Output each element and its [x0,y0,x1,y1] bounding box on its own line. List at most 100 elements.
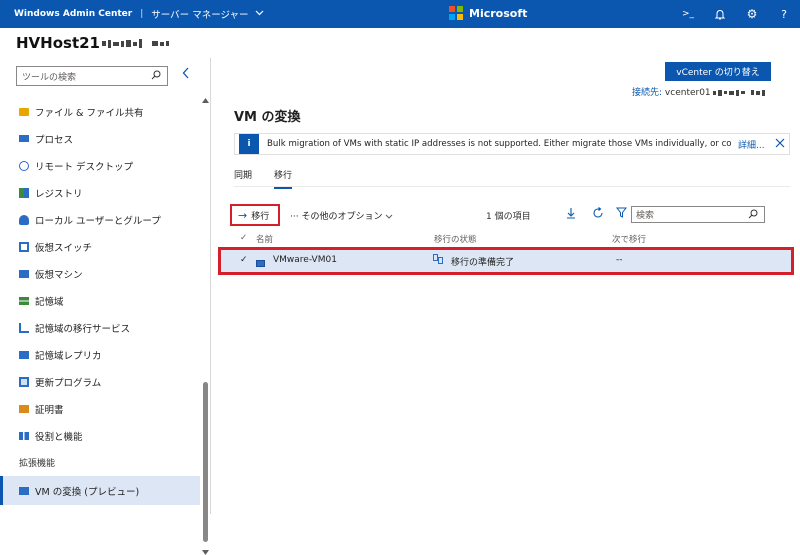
sidebar-item-virtual-switch[interactable]: 仮想スイッチ [0,233,200,260]
sidebar-item-label: プロセス [35,134,74,146]
page-title: VM の変換 [234,110,301,125]
migration-status-icon [433,254,443,267]
sidebar-item-storage-migration[interactable]: 記憶域の移行サービス [0,314,200,341]
info-message-text: Bulk migration of VMs with static IP add… [267,139,732,149]
grid-search-input[interactable]: 検索 [631,206,765,223]
destination-value: vcenter01 [664,88,711,98]
storage-icon [19,296,29,305]
vm-conversion-icon [19,486,29,495]
switch-vcenter-button[interactable]: vCenter の切り替え [665,62,771,81]
top-bar: Windows Admin Center | サーバー マネージャー Micro… [0,0,800,28]
app-title[interactable]: Windows Admin Center [14,9,132,19]
sidebar-item-label: リモート デスクトップ [35,161,134,173]
cell-status: 移行の準備完了 [451,258,515,268]
sidebar-item-certificates[interactable]: 証明書 [0,395,200,422]
sidebar-item-remote-desktop[interactable]: リモート デスクトップ [0,152,200,179]
select-all-checkmark-icon[interactable]: ✓ [240,233,247,243]
terminal-icon[interactable]: >_ [672,0,704,28]
search-icon[interactable] [748,209,758,222]
certificate-icon [19,404,29,413]
top-icons: >_ ⚙ ? [672,0,800,28]
sidebar-item-files[interactable]: ファイル & ファイル共有 [0,98,200,125]
column-header-next[interactable]: 次で移行 [612,233,646,245]
ellipsis-icon: ··· [290,212,299,222]
switch-icon [19,241,29,252]
title-separator: | [140,9,144,19]
grid-header: ✓ 名前 移行の状態 次で移行 [234,231,790,247]
tab-divider [234,186,790,187]
storage-migration-icon [19,322,29,333]
item-count: 1 個の項目 [486,212,531,222]
tool-search-input[interactable]: ツールの検索 [16,66,168,86]
info-icon: i [239,134,259,154]
row-checkmark-icon[interactable]: ✓ [240,255,248,265]
microsoft-logo-icon [449,6,463,20]
updates-icon [19,376,29,387]
close-icon[interactable] [775,137,785,151]
section-header-extensions: 拡張機能 [19,459,56,469]
sidebar-item-updates[interactable]: 更新プログラム [0,368,200,395]
more-options-button[interactable]: ··· その他のオプション [290,209,393,222]
sidebar-item-label: 記憶域 [35,296,64,308]
more-options-label: その他のオプション [301,212,383,222]
tool-search-placeholder: ツールの検索 [22,72,77,83]
grid-search-placeholder: 検索 [636,211,655,221]
host-name: HVHost21 [16,34,169,52]
sidebar: ツールの検索 ファイル & ファイル共有 プロセス リモート デスクトップ レジ… [0,58,211,555]
table-row[interactable]: ✓ VMware-VM01 移行の準備完了 -- [218,247,794,275]
scroll-thumb[interactable] [203,382,208,542]
connection-type-menu[interactable]: サーバー マネージャー [151,7,248,21]
filter-icon[interactable] [615,207,628,221]
migrate-button[interactable]: → 移行 [230,204,280,226]
table-row-content: ✓ VMware-VM01 移行の準備完了 -- [221,250,791,272]
sidebar-item-label: 仮想マシン [35,269,83,281]
folder-icon [19,107,29,116]
sidebar-item-label: 役割と機能 [35,431,83,443]
sidebar-item-label: 記憶域レプリカ [35,350,102,362]
column-header-status[interactable]: 移行の状態 [434,233,477,245]
sidebar-item-label: ローカル ユーザーとグループ [35,215,161,227]
sidebar-item-storage-replica[interactable]: 記憶域レプリカ [0,341,200,368]
help-icon[interactable]: ? [768,0,800,28]
registry-icon [19,187,29,198]
collapse-sidebar-icon[interactable] [182,67,190,83]
sidebar-item-registry[interactable]: レジストリ [0,179,200,206]
sidebar-item-local-users[interactable]: ローカル ユーザーとグループ [0,206,200,233]
remote-desktop-icon [19,160,29,171]
search-icon[interactable] [151,70,161,83]
storage-replica-icon [19,350,29,359]
download-icon[interactable] [566,207,576,222]
cell-name: VMware-VM01 [273,255,337,265]
sidebar-scrollbar[interactable] [200,98,210,555]
roles-icon [19,431,29,440]
sidebar-item-vm-conversion[interactable]: VM の変換 (プレビュー) [0,476,200,505]
chevron-down-icon [385,212,393,222]
vm-icon [19,269,29,278]
chevron-down-icon[interactable] [255,9,264,19]
migrate-button-label: 移行 [251,211,270,222]
destination-info: 接続先: vcenter01 [632,85,765,98]
tool-list: ファイル & ファイル共有 プロセス リモート デスクトップ レジストリ ローカ… [0,98,200,505]
refresh-icon[interactable] [592,207,604,222]
sidebar-item-roles-features[interactable]: 役割と機能 [0,422,200,449]
sidebar-item-label: 記憶域の移行サービス [35,323,131,335]
column-header-name[interactable]: 名前 [256,233,273,245]
sidebar-item-processes[interactable]: プロセス [0,125,200,152]
grid-toolbar: → 移行 ··· その他のオプション 1 個の項目 検索 [230,204,790,226]
brand-name: Microsoft [469,6,528,20]
users-icon [19,214,29,225]
info-message-bar: i Bulk migration of VMs with static IP a… [234,133,790,155]
sidebar-item-label: 証明書 [35,404,64,416]
info-details-link[interactable]: 詳細... [738,138,765,151]
destination-label: 接続先: [632,88,663,98]
sidebar-item-storage[interactable]: 記憶域 [0,287,200,314]
sidebar-item-label: レジストリ [35,188,83,200]
arrow-right-icon: → [238,208,248,222]
sidebar-item-label: VM の変換 (プレビュー) [35,486,140,498]
bell-icon[interactable] [704,0,736,28]
gear-icon[interactable]: ⚙ [736,0,768,28]
microsoft-logo: Microsoft [449,6,527,20]
sidebar-item-virtual-machines[interactable]: 仮想マシン [0,260,200,287]
sidebar-item-label: ファイル & ファイル共有 [35,107,144,119]
cell-next: -- [616,255,623,265]
